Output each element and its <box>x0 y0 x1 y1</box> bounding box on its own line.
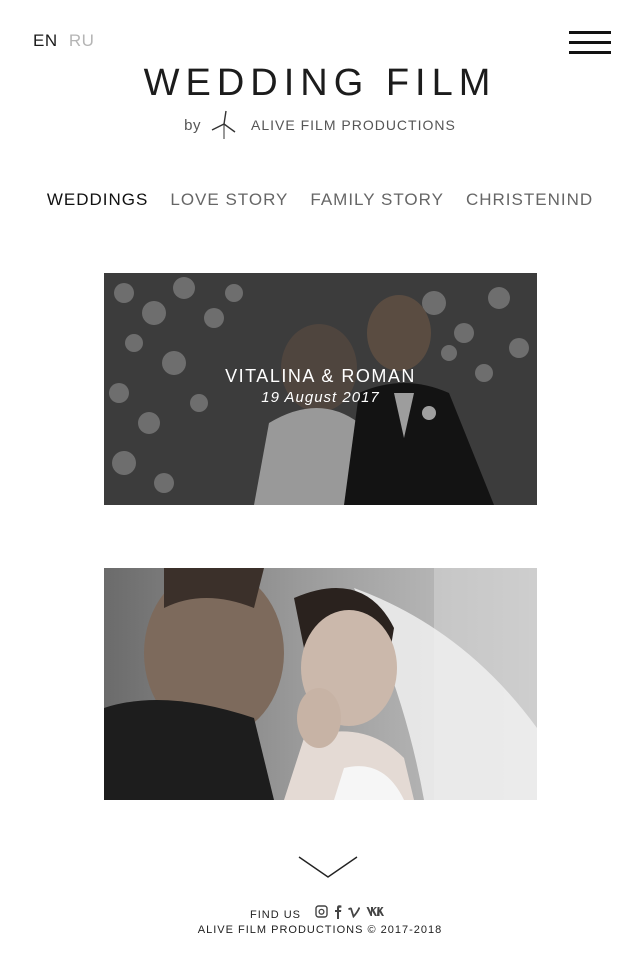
film-date: 19 August 2017 <box>261 389 380 406</box>
lang-en[interactable]: EN <box>33 31 58 50</box>
windmill-logo-icon <box>211 110 236 139</box>
scroll-down-chevron-icon[interactable] <box>298 855 358 881</box>
menu-icon[interactable] <box>569 30 611 56</box>
couple-names: VITALINA & ROMAN <box>225 366 416 386</box>
copyright: ALIVE FILM PRODUCTIONS © 2017-2018 <box>197 924 443 936</box>
film-card[interactable]: VITALINA & ROMAN 19 August 2017 <box>104 273 537 505</box>
find-us-label: FIND US <box>250 909 301 921</box>
nav-family-story[interactable]: FAMILY STORY <box>310 190 444 210</box>
footer-social: FIND US <box>0 904 640 922</box>
film-caption: VITALINA & ROMAN 19 August 2017 <box>104 366 537 406</box>
nav-love-story[interactable]: LOVE STORY <box>170 190 288 210</box>
page-title: WEDDING FILM <box>143 62 497 104</box>
film-card[interactable] <box>104 568 537 800</box>
language-switcher: EN RU <box>33 31 100 51</box>
category-nav: WEDDINGS LOVE STORY FAMILY STORY CHRISTE… <box>0 190 640 210</box>
nav-christening[interactable]: CHRISTENIND <box>466 190 593 210</box>
facebook-icon[interactable] <box>334 904 342 922</box>
vimeo-icon[interactable] <box>347 906 361 921</box>
vk-icon[interactable] <box>366 906 384 920</box>
nav-weddings[interactable]: WEDDINGS <box>47 190 149 210</box>
instagram-icon[interactable] <box>315 905 328 921</box>
byline: by ALIVE FILM PRODUCTIONS <box>0 110 640 140</box>
company-name: ALIVE FILM PRODUCTIONS <box>251 117 456 133</box>
lang-ru[interactable]: RU <box>69 31 95 50</box>
film-thumbnail <box>104 568 537 800</box>
byline-by: by <box>184 116 202 134</box>
